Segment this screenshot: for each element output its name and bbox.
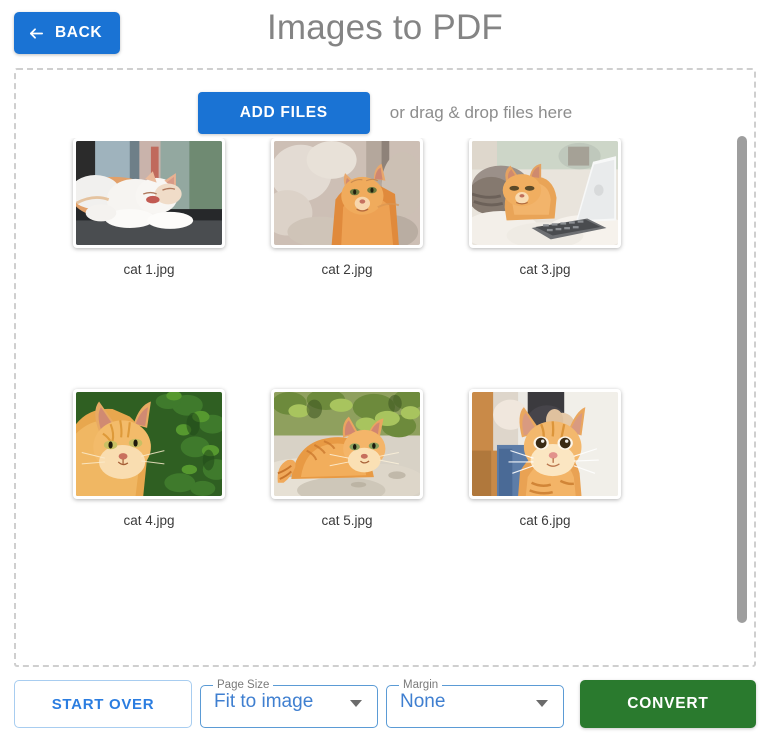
list-item[interactable]: cat 3.jpg xyxy=(446,138,644,277)
margin-label: Margin xyxy=(399,680,442,692)
file-grid: cat 1.jpg xyxy=(16,138,754,528)
list-item[interactable]: cat 2.jpg xyxy=(248,138,446,277)
file-name: cat 5.jpg xyxy=(321,513,372,528)
bottom-toolbar: START OVER Page Size Fit to image Margin… xyxy=(0,680,770,735)
chevron-down-icon[interactable] xyxy=(536,700,548,707)
page-size-label: Page Size xyxy=(213,680,273,692)
orange-cat-crouched-on-stone-image xyxy=(274,392,420,496)
page-title: Images to PDF xyxy=(0,8,770,48)
file-name: cat 6.jpg xyxy=(519,513,570,528)
file-name: cat 4.jpg xyxy=(123,513,174,528)
file-name: cat 1.jpg xyxy=(123,262,174,277)
file-grid-scroll-area: cat 1.jpg xyxy=(16,138,754,659)
list-item[interactable]: cat 4.jpg xyxy=(50,389,248,528)
list-item[interactable]: cat 1.jpg xyxy=(50,138,248,277)
thumbnail-card[interactable] xyxy=(73,138,225,248)
page-size-select[interactable]: Page Size Fit to image xyxy=(200,680,378,728)
scrollbar-thumb[interactable] xyxy=(737,136,747,623)
thumbnail-card[interactable] xyxy=(271,389,423,499)
file-name: cat 2.jpg xyxy=(321,262,372,277)
add-files-bar: ADD FILES or drag & drop files here xyxy=(16,92,754,134)
start-over-button[interactable]: START OVER xyxy=(14,680,192,728)
thumbnail-card[interactable] xyxy=(73,389,225,499)
thumbnail-card[interactable] xyxy=(469,138,621,248)
page-size-value: Fit to image xyxy=(214,691,313,713)
orange-cat-beside-white-laptop-image xyxy=(472,141,618,245)
sleeping-orange-white-cat-by-window-image xyxy=(76,141,222,245)
list-item[interactable]: cat 5.jpg xyxy=(248,389,446,528)
convert-button[interactable]: CONVERT xyxy=(580,680,756,728)
margin-value: None xyxy=(400,691,445,713)
orange-tabby-cat-green-foliage-image xyxy=(76,392,222,496)
add-files-button[interactable]: ADD FILES xyxy=(198,92,370,134)
thumbnail-card[interactable] xyxy=(271,138,423,248)
thumbnail-card[interactable] xyxy=(469,389,621,499)
app-header: BACK Images to PDF xyxy=(0,0,770,68)
margin-select[interactable]: Margin None xyxy=(386,680,564,728)
chevron-down-icon[interactable] xyxy=(350,700,362,707)
orange-kitten-facing-camera-image xyxy=(472,392,618,496)
orange-cat-looking-up-stone-wall-image xyxy=(274,141,420,245)
list-item[interactable]: cat 6.jpg xyxy=(446,389,644,528)
file-name: cat 3.jpg xyxy=(519,262,570,277)
file-grid-scrollbar[interactable] xyxy=(737,136,747,623)
drag-drop-hint: or drag & drop files here xyxy=(390,103,572,123)
file-dropzone[interactable]: ADD FILES or drag & drop files here xyxy=(14,68,756,667)
